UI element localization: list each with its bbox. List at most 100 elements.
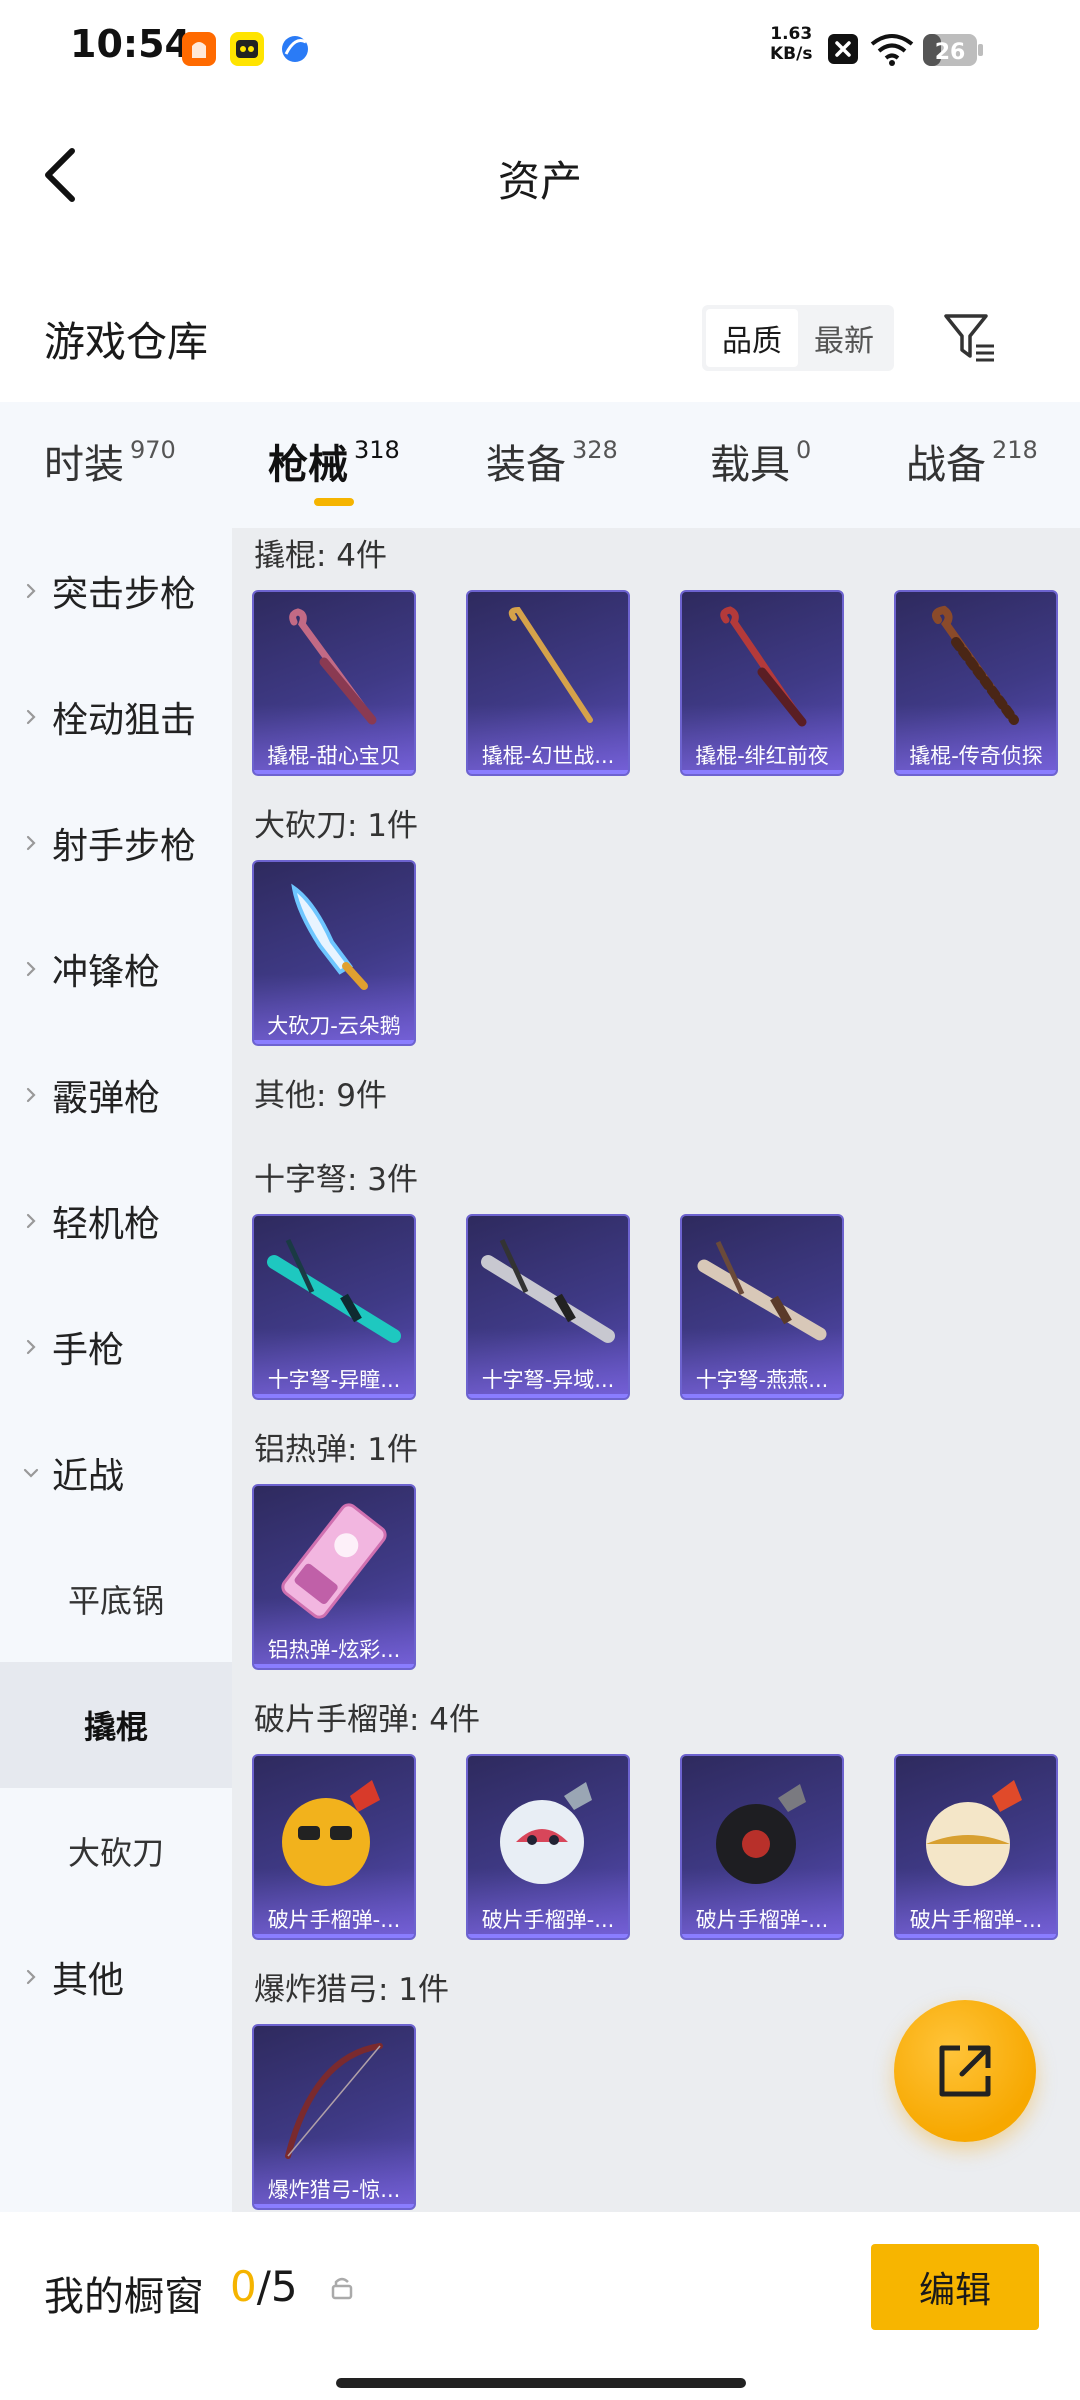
crowbar-image bbox=[508, 606, 593, 723]
tab-equipment[interactable]: 装备 328 bbox=[486, 432, 618, 490]
item-card[interactable]: 铝热弹-炫彩... bbox=[252, 1484, 416, 1670]
sidebar-item-lmg[interactable]: 轻机枪 bbox=[0, 1158, 232, 1284]
rarity-bar bbox=[468, 1394, 628, 1398]
item-card[interactable]: 破片手榴弹-... bbox=[894, 1754, 1058, 1940]
item-label: 大砍刀-云朵鹅 bbox=[267, 1014, 401, 1038]
tab-count: 970 bbox=[130, 436, 176, 464]
sidebar-item-label: 霰弹枪 bbox=[52, 1078, 161, 1119]
bow-image bbox=[285, 2043, 383, 2159]
item-card[interactable]: 撬棍-甜心宝贝 bbox=[252, 590, 416, 776]
sidebar-item-other[interactable]: 其他 bbox=[0, 1914, 232, 2040]
item-grid-area[interactable]: 撬棍: 4件 撬棍-甜心宝贝 撬棍-幻世战... 撬棍-绯红前夜 撬棍-传奇侦探… bbox=[232, 528, 1080, 2212]
section-title: 十字弩: 3件 bbox=[254, 1162, 419, 1198]
item-card[interactable]: 撬棍-传奇侦探 bbox=[894, 590, 1058, 776]
rarity-bar bbox=[682, 1934, 842, 1938]
sort-by-newest[interactable]: 最新 bbox=[798, 309, 890, 367]
net-speed: 1.63 KB/s bbox=[770, 24, 812, 64]
sidebar-item-label: 其他 bbox=[52, 1960, 125, 2001]
sidebar-item-label: 栓动狙击 bbox=[52, 700, 197, 741]
item-card[interactable]: 破片手榴弹-... bbox=[466, 1754, 630, 1940]
tab-count: 218 bbox=[992, 436, 1038, 464]
page-title: 资产 bbox=[497, 157, 582, 206]
status-bar: 10:54 1.63 KB/s 26 bbox=[0, 0, 1080, 100]
tab-combat-gear[interactable]: 战备 218 bbox=[906, 432, 1038, 490]
sidebar-subitem-frying-pan[interactable]: 平底锅 bbox=[0, 1536, 232, 1662]
battery-icon: 26 bbox=[922, 32, 984, 72]
share-external-icon bbox=[939, 2045, 991, 2097]
sidebar-item-smg[interactable]: 冲锋枪 bbox=[0, 906, 232, 1032]
tab-count: 318 bbox=[354, 436, 400, 464]
showcase-count: 0/5 bbox=[230, 2262, 298, 2311]
item-card[interactable]: 撬棍-绯红前夜 bbox=[680, 590, 844, 776]
warehouse-title: 游戏仓库 bbox=[44, 318, 208, 366]
item-card[interactable]: 十字弩-燕燕... bbox=[680, 1214, 844, 1400]
section-title: 爆炸猎弓: 1件 bbox=[254, 1972, 450, 2008]
item-label: 爆炸猎弓-惊... bbox=[267, 2178, 401, 2202]
sidebar-item-marksman-rifle[interactable]: 射手步枪 bbox=[0, 780, 232, 906]
home-indicator[interactable] bbox=[336, 2378, 746, 2388]
tab-fashion[interactable]: 时装 970 bbox=[44, 432, 176, 490]
sidebar-item-shotgun[interactable]: 霰弹枪 bbox=[0, 1032, 232, 1158]
status-time: 10:54 bbox=[70, 22, 191, 66]
rarity-bar bbox=[896, 1934, 1056, 1938]
item-label: 撬棍-幻世战... bbox=[481, 744, 615, 768]
taobao-app-icon bbox=[182, 32, 216, 66]
tab-firearms[interactable]: 枪械 318 bbox=[268, 432, 400, 490]
item-card[interactable]: 破片手榴弹-... bbox=[252, 1754, 416, 1940]
sidebar-subitem-machete[interactable]: 大砍刀 bbox=[0, 1788, 232, 1914]
section-title: 铝热弹: 1件 bbox=[254, 1432, 419, 1468]
net-speed-unit: KB/s bbox=[770, 44, 813, 64]
section-title: 撬棍: 4件 bbox=[254, 538, 388, 574]
tab-vehicles[interactable]: 载具 0 bbox=[710, 432, 811, 490]
share-button[interactable] bbox=[894, 2000, 1036, 2142]
tab-label: 枪械 bbox=[268, 442, 348, 488]
tab-label: 载具 bbox=[710, 442, 790, 488]
item-label: 破片手榴弹-... bbox=[695, 1908, 829, 1932]
item-label: 破片手榴弹-... bbox=[909, 1908, 1043, 1932]
sidebar-item-bolt-sniper[interactable]: 栓动狙击 bbox=[0, 654, 232, 780]
item-card[interactable]: 十字弩-异瞳... bbox=[252, 1214, 416, 1400]
grenade-image bbox=[716, 1784, 806, 1884]
rarity-bar bbox=[254, 1040, 414, 1044]
lock-icon bbox=[331, 2277, 353, 2300]
crowbar-image bbox=[932, 605, 1019, 725]
item-card[interactable]: 撬棍-幻世战... bbox=[466, 590, 630, 776]
item-card[interactable]: 大砍刀-云朵鹅 bbox=[252, 860, 416, 1046]
showcase-max: 5 bbox=[270, 2262, 298, 2311]
section-title: 破片手榴弹: 4件 bbox=[254, 1702, 481, 1738]
sidebar-item-label: 突击步枪 bbox=[52, 574, 197, 615]
tab-count: 0 bbox=[796, 436, 812, 464]
filter-button[interactable] bbox=[940, 308, 1000, 368]
browser-app-icon bbox=[278, 32, 312, 66]
item-card[interactable]: 破片手榴弹-... bbox=[680, 1754, 844, 1940]
sidebar-item-melee[interactable]: 近战 bbox=[0, 1410, 232, 1536]
showcase-current: 0 bbox=[230, 2262, 257, 2311]
battery-level: 26 bbox=[935, 40, 966, 65]
item-label: 十字弩-异域... bbox=[481, 1368, 615, 1392]
sort-toggle: 品质 最新 bbox=[702, 305, 894, 371]
chevron-down-icon bbox=[23, 1468, 39, 1478]
item-card[interactable]: 爆炸猎弓-惊... bbox=[252, 2024, 416, 2210]
sidebar-item-pistol[interactable]: 手枪 bbox=[0, 1284, 232, 1410]
showcase-label: 我的橱窗 bbox=[44, 2274, 204, 2320]
chevron-right-icon bbox=[26, 583, 36, 599]
sort-by-quality[interactable]: 品质 bbox=[706, 309, 798, 367]
tab-count: 328 bbox=[572, 436, 618, 464]
rarity-bar bbox=[254, 770, 414, 774]
edit-button[interactable]: 编辑 bbox=[871, 2244, 1039, 2330]
item-card[interactable]: 十字弩-异域... bbox=[466, 1214, 630, 1400]
tab-label: 装备 bbox=[486, 442, 566, 488]
rarity-bar bbox=[254, 1934, 414, 1938]
active-tab-indicator bbox=[314, 498, 354, 506]
chevron-right-icon bbox=[26, 1339, 36, 1355]
chevron-right-icon bbox=[26, 1087, 36, 1103]
sidebar-item-assault-rifle[interactable]: 突击步枪 bbox=[0, 528, 232, 654]
sidebar-subitem-crowbar[interactable]: 撬棍 bbox=[0, 1662, 232, 1788]
rarity-bar bbox=[682, 1394, 842, 1398]
item-label: 撬棍-绯红前夜 bbox=[695, 744, 829, 768]
thermite-image bbox=[281, 1503, 387, 1619]
tab-label: 战备 bbox=[906, 442, 986, 488]
crowbar-image bbox=[289, 608, 377, 725]
no-sim-icon bbox=[826, 32, 860, 70]
item-label: 十字弩-燕燕... bbox=[695, 1368, 829, 1392]
